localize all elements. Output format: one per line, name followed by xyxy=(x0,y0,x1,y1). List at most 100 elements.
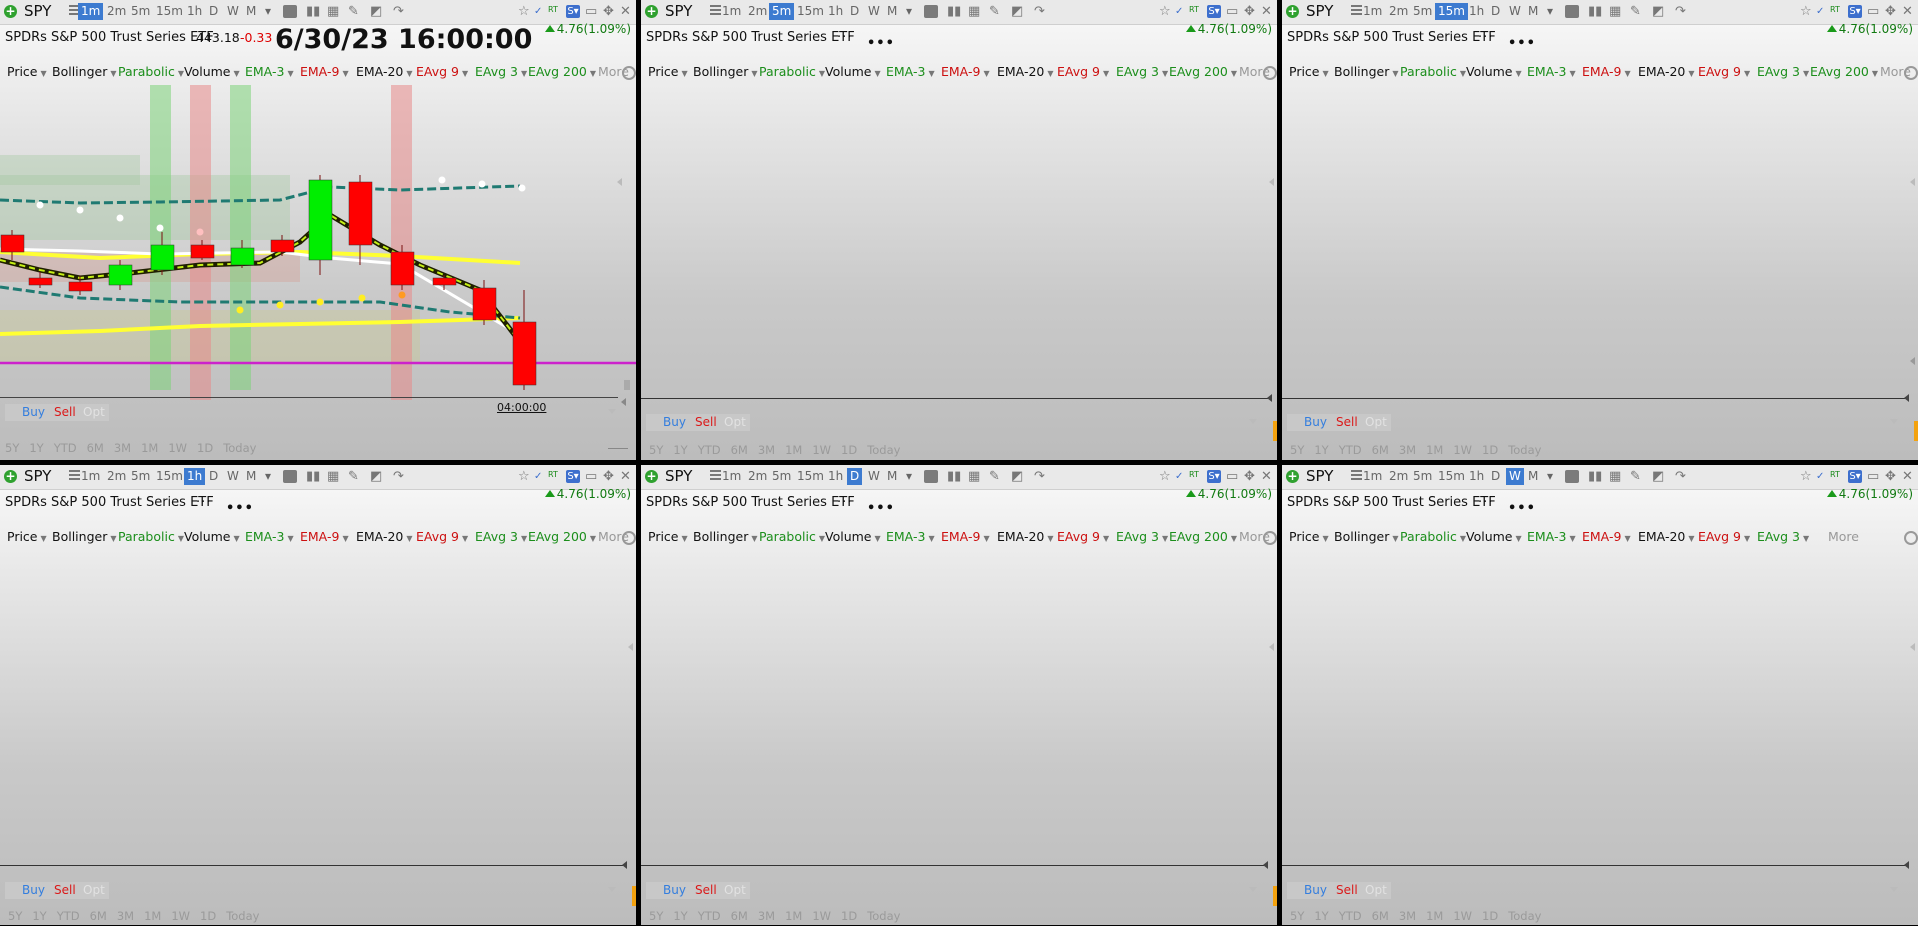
timeframe-dropdown-icon[interactable]: ▾ xyxy=(903,3,915,20)
close-icon[interactable]: ✕ xyxy=(620,470,634,483)
studies-icon[interactable]: ▦ xyxy=(968,470,982,483)
add-icon[interactable]: + xyxy=(1286,470,1299,483)
range-scroll[interactable] xyxy=(608,448,628,449)
s-menu-icon[interactable]: S▾ xyxy=(1848,470,1862,483)
star-icon[interactable]: ☆ xyxy=(518,5,532,18)
move-icon[interactable]: ✥ xyxy=(1244,5,1258,18)
indicator-price[interactable]: Price ▼ xyxy=(7,64,47,79)
scroll-left-icon[interactable] xyxy=(1910,178,1915,186)
range-1y[interactable]: 1Y xyxy=(1314,443,1328,457)
price-chart[interactable] xyxy=(0,80,636,420)
indicator-eavg-9[interactable]: EAvg 9 ▼ xyxy=(416,529,468,544)
rt-icon[interactable]: RT xyxy=(548,5,562,18)
symbol-label[interactable]: SPY xyxy=(24,467,51,485)
save-icon[interactable]: ▭ xyxy=(1867,470,1881,483)
add-icon[interactable]: + xyxy=(4,470,17,483)
save-icon[interactable]: ▭ xyxy=(1867,5,1881,18)
indicator-parabolic[interactable]: Parabolic ▼ xyxy=(759,64,825,79)
chevron-down-icon[interactable]: ▼ xyxy=(1569,69,1575,78)
pencil-icon[interactable]: ✎ xyxy=(1630,5,1644,18)
chevron-down-icon[interactable]: ▼ xyxy=(1323,534,1329,543)
chevron-down-icon[interactable]: ▼ xyxy=(462,534,468,543)
range-today[interactable]: Today xyxy=(1508,909,1541,923)
timeframe-1m[interactable]: 1m xyxy=(78,3,104,20)
timeframe-m[interactable]: M xyxy=(243,468,259,485)
timeframe-1m[interactable]: 1m xyxy=(1360,3,1385,20)
range-1y[interactable]: 1Y xyxy=(29,441,43,455)
chevron-down-icon[interactable]: ▼ xyxy=(1744,69,1750,78)
timeframe-dropdown-icon[interactable]: ▾ xyxy=(262,468,274,485)
range-1w[interactable]: 1W xyxy=(171,909,190,923)
timeframe-5m[interactable]: 5m xyxy=(1410,3,1435,20)
eraser-icon[interactable]: ◩ xyxy=(370,470,384,483)
range-3m[interactable]: 3M xyxy=(758,443,775,457)
chevron-down-icon[interactable]: ▼ xyxy=(1103,534,1109,543)
chevron-down-icon[interactable]: ▼ xyxy=(521,534,527,543)
range-today[interactable]: Today xyxy=(1508,443,1541,457)
indicator-volume[interactable]: Volume ▼ xyxy=(184,529,240,544)
expand-down-icon[interactable] xyxy=(608,409,616,414)
range-1y[interactable]: 1Y xyxy=(1314,909,1328,923)
range-3m[interactable]: 3M xyxy=(1399,909,1416,923)
symbol-label[interactable]: SPY xyxy=(1306,2,1333,20)
indicator-ema-9[interactable]: EMA-9 ▼ xyxy=(941,529,990,544)
indicator-parabolic[interactable]: Parabolic ▼ xyxy=(118,529,184,544)
indicator-bollinger[interactable]: Bollinger ▼ xyxy=(1334,529,1399,544)
move-icon[interactable]: ✥ xyxy=(1885,470,1899,483)
timeframe-dropdown-icon[interactable]: ▾ xyxy=(903,468,915,485)
timeframe-5m[interactable]: 5m xyxy=(769,468,794,485)
chevron-down-icon[interactable]: ▼ xyxy=(928,69,934,78)
range-3m[interactable]: 3M xyxy=(114,441,131,455)
chevron-down-icon[interactable]: ▼ xyxy=(1103,69,1109,78)
chart-pane-d[interactable]: + SPY 1m 2m 5m 15m 1h D W M ▾ ▮▮ ▦ ✎ ◩ ↷ ☆ ✓ RT S▾ ▭ ✥ ✕ SPDRs … xyxy=(641,465,1277,925)
s-menu-icon[interactable]: S▾ xyxy=(566,470,580,483)
expand-down-icon[interactable] xyxy=(608,887,616,892)
indicator-parabolic[interactable]: Parabolic ▼ xyxy=(759,529,825,544)
range-6m[interactable]: 6M xyxy=(731,909,748,923)
indicator-eavg-200[interactable]: EAvg 200 ▼ xyxy=(528,529,596,544)
range-1d[interactable]: 1D xyxy=(841,909,857,923)
indicator-ema-20[interactable]: EMA-20 ▼ xyxy=(997,529,1054,544)
check-icon[interactable]: ✓ xyxy=(534,470,548,483)
close-icon[interactable]: ✕ xyxy=(1902,470,1916,483)
indicator-price[interactable]: Price ▼ xyxy=(1289,529,1329,544)
indicator-ema-9[interactable]: EMA-9 ▼ xyxy=(300,64,349,79)
close-icon[interactable]: ✕ xyxy=(620,5,634,18)
indicator-ema-3[interactable]: EMA-3 ▼ xyxy=(1527,64,1576,79)
timeframe-2m[interactable]: 2m xyxy=(104,3,129,20)
star-icon[interactable]: ☆ xyxy=(1800,470,1814,483)
check-icon[interactable]: ✓ xyxy=(1175,470,1189,483)
chevron-down-icon[interactable]: ▼ xyxy=(342,534,348,543)
symbol-label[interactable]: SPY xyxy=(665,467,692,485)
indicator-eavg-9[interactable]: EAvg 9 ▼ xyxy=(1698,529,1750,544)
chevron-down-icon[interactable]: ▼ xyxy=(1323,69,1329,78)
share-icon[interactable]: ↷ xyxy=(1675,5,1689,18)
timeframe-d[interactable]: D xyxy=(847,3,862,20)
timeframe-5m[interactable]: 5m xyxy=(128,468,153,485)
eraser-icon[interactable]: ◩ xyxy=(1011,5,1025,18)
chevron-down-icon[interactable]: ▼ xyxy=(462,69,468,78)
timeframe-1h[interactable]: 1h xyxy=(184,468,206,485)
range-ytd[interactable]: YTD xyxy=(57,909,80,923)
chevron-down-icon[interactable]: ▼ xyxy=(1047,534,1053,543)
range-1w[interactable]: 1W xyxy=(1453,909,1472,923)
s-menu-icon[interactable]: S▾ xyxy=(1848,5,1862,18)
timeframe-1m[interactable]: 1m xyxy=(78,468,103,485)
options-button[interactable]: Opt xyxy=(1365,882,1387,899)
scroll-left-icon[interactable] xyxy=(1263,861,1268,869)
rt-icon[interactable]: RT xyxy=(1189,5,1203,18)
buy-button[interactable]: Buy xyxy=(22,404,45,421)
sell-button[interactable]: Sell xyxy=(1336,414,1358,431)
eraser-icon[interactable]: ◩ xyxy=(370,5,384,18)
chevron-down-icon[interactable]: ▼ xyxy=(590,534,596,543)
indicator-bollinger[interactable]: Bollinger ▼ xyxy=(693,64,758,79)
indicator-bollinger[interactable]: Bollinger ▼ xyxy=(52,64,117,79)
range-5y[interactable]: 5Y xyxy=(5,441,19,455)
options-button[interactable]: Opt xyxy=(1365,414,1387,431)
text-tool-icon[interactable] xyxy=(924,5,938,18)
buy-button[interactable]: Buy xyxy=(1304,414,1327,431)
indicator-ema-20[interactable]: EMA-20 ▼ xyxy=(1638,64,1695,79)
close-icon[interactable]: ✕ xyxy=(1902,5,1916,18)
studies-icon[interactable]: ▦ xyxy=(1609,5,1623,18)
share-icon[interactable]: ↷ xyxy=(1675,470,1689,483)
